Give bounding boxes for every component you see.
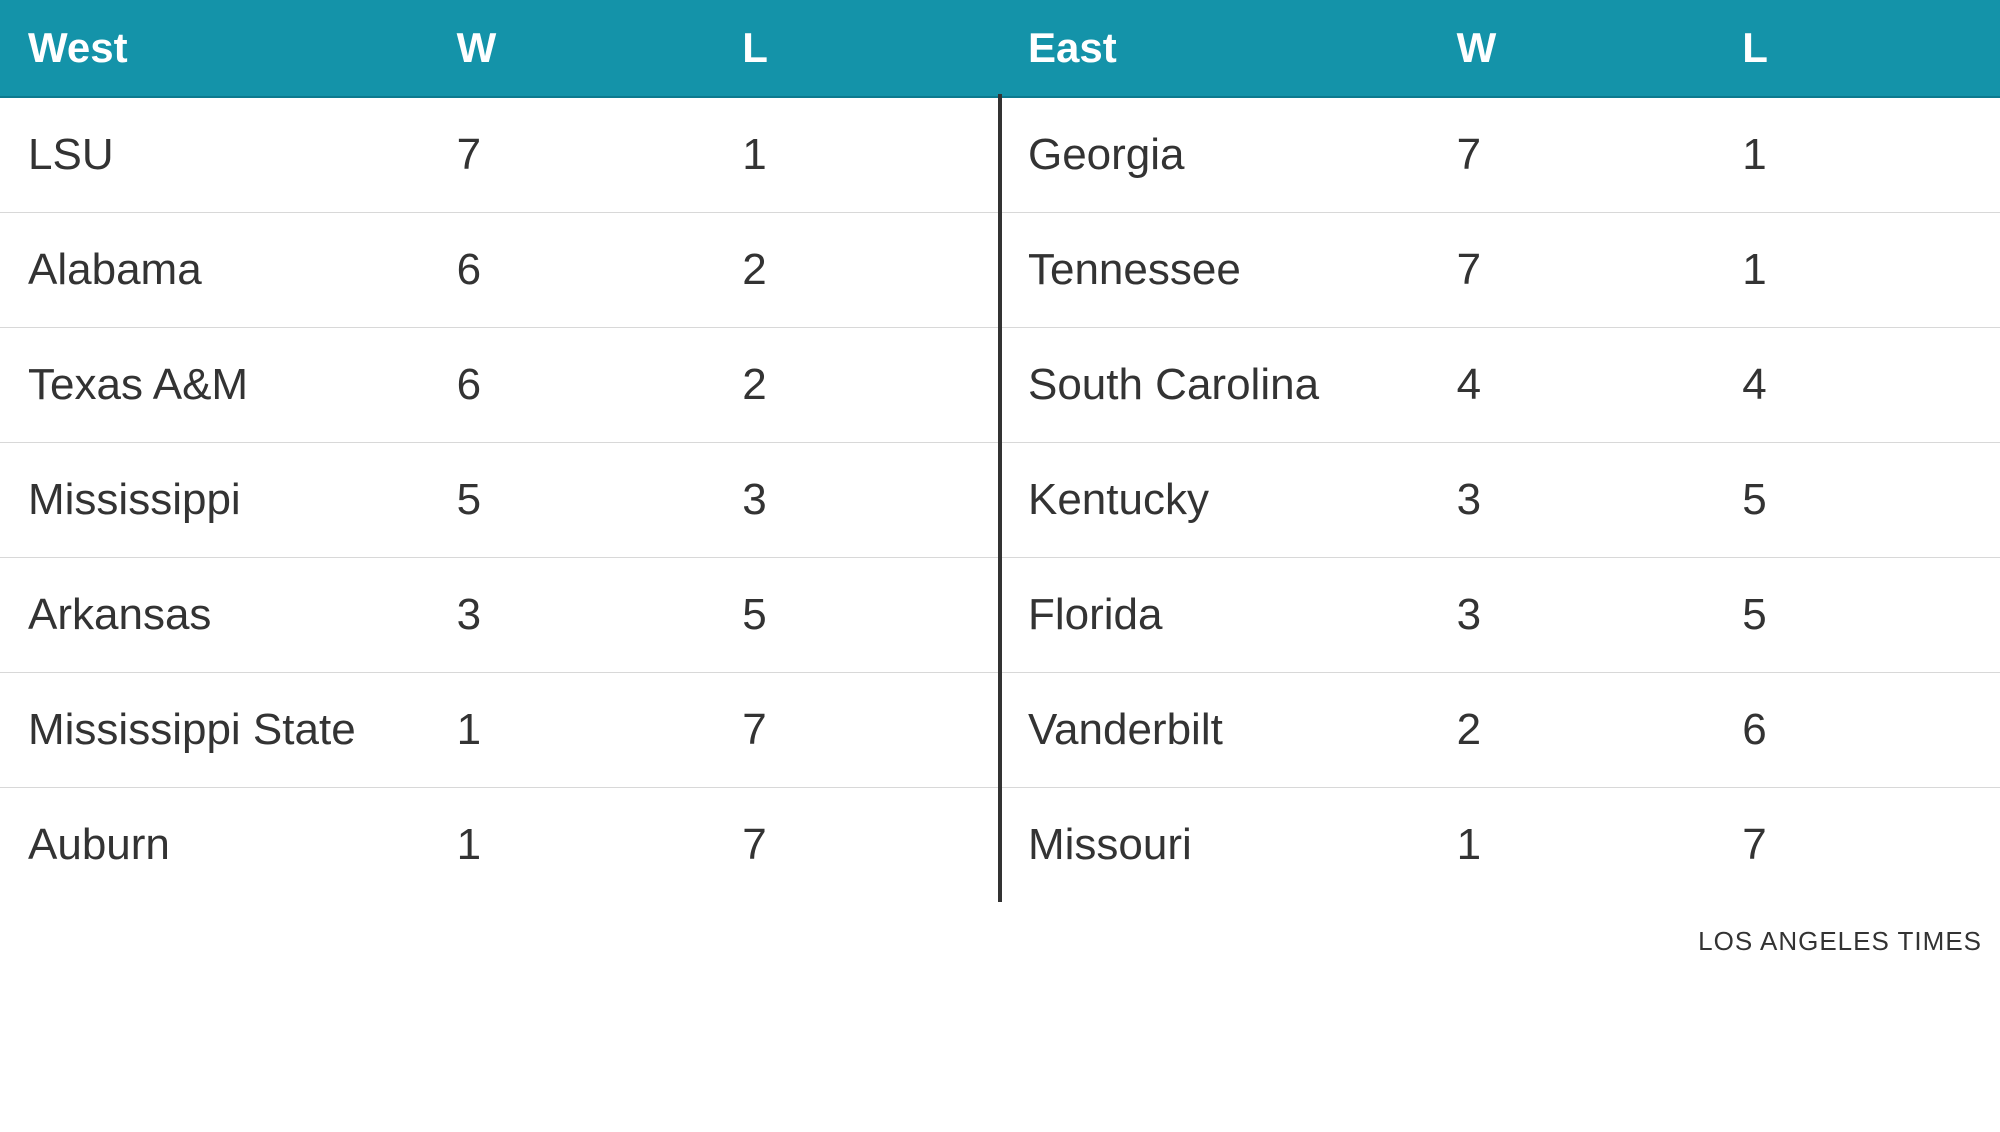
east-team: Vanderbilt [1000,673,1429,788]
west-wins: 6 [429,328,715,443]
east-wins: 1 [1429,788,1715,903]
east-team: Florida [1000,558,1429,673]
west-losses: 7 [714,788,1000,903]
east-team: Missouri [1000,788,1429,903]
west-losses: 2 [714,328,1000,443]
west-team: Auburn [0,788,429,903]
header-east-l: L [1714,0,2000,97]
east-wins: 3 [1429,443,1715,558]
east-team: South Carolina [1000,328,1429,443]
header-east: East [1000,0,1429,97]
west-losses: 1 [714,97,1000,213]
west-team: Texas A&M [0,328,429,443]
east-losses: 4 [1714,328,2000,443]
west-losses: 3 [714,443,1000,558]
west-team: Arkansas [0,558,429,673]
division-separator [998,94,1002,902]
east-team: Tennessee [1000,213,1429,328]
east-losses: 5 [1714,443,2000,558]
header-east-w: W [1429,0,1715,97]
west-wins: 7 [429,97,715,213]
west-losses: 7 [714,673,1000,788]
east-losses: 6 [1714,673,2000,788]
source-credit: LOS ANGELES TIMES [0,902,2000,957]
west-wins: 1 [429,788,715,903]
west-team: LSU [0,97,429,213]
west-losses: 2 [714,213,1000,328]
east-losses: 5 [1714,558,2000,673]
header-west: West [0,0,429,97]
east-team: Georgia [1000,97,1429,213]
west-team: Alabama [0,213,429,328]
east-losses: 1 [1714,97,2000,213]
east-wins: 7 [1429,213,1715,328]
west-losses: 5 [714,558,1000,673]
west-team: Mississippi [0,443,429,558]
east-team: Kentucky [1000,443,1429,558]
east-wins: 4 [1429,328,1715,443]
table-header-row: West W L East W L [0,0,2000,97]
east-wins: 2 [1429,673,1715,788]
east-wins: 7 [1429,97,1715,213]
standings-table-container: West W L East W L LSU 7 1 Georgia 7 1 Al… [0,0,2000,902]
west-wins: 3 [429,558,715,673]
west-team: Mississippi State [0,673,429,788]
west-wins: 1 [429,673,715,788]
header-west-l: L [714,0,1000,97]
west-wins: 6 [429,213,715,328]
east-losses: 1 [1714,213,2000,328]
west-wins: 5 [429,443,715,558]
east-losses: 7 [1714,788,2000,903]
header-west-w: W [429,0,715,97]
east-wins: 3 [1429,558,1715,673]
